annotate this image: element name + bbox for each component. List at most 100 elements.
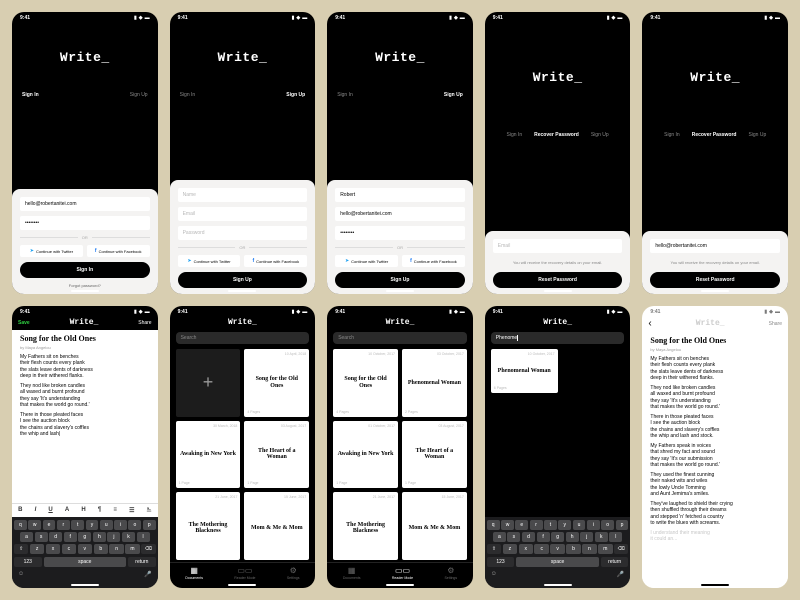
tab-recover[interactable]: Recover Password bbox=[692, 132, 737, 138]
key-q[interactable]: q bbox=[14, 520, 27, 530]
align-icon[interactable]: ≡ bbox=[113, 507, 117, 514]
key-s[interactable]: s bbox=[35, 532, 48, 542]
save-button[interactable]: Save bbox=[18, 320, 30, 326]
key-g[interactable]: g bbox=[551, 532, 564, 542]
reset-password-button[interactable]: Reset Password bbox=[493, 272, 623, 288]
emoji-icon[interactable]: ☺ bbox=[18, 571, 24, 578]
editor-body[interactable]: Song for the Old Ones by Maya Angelou My… bbox=[12, 330, 158, 503]
tab-signup[interactable]: Sign Up bbox=[130, 92, 148, 98]
key-x[interactable]: x bbox=[46, 544, 60, 554]
tab-signin[interactable]: Sign In bbox=[180, 92, 196, 98]
key-j[interactable]: j bbox=[107, 532, 120, 542]
password-field[interactable] bbox=[335, 226, 465, 240]
document-card[interactable]: 03 August, 2017The Heart of a Woman1 Pag… bbox=[244, 421, 309, 489]
tab-settings[interactable]: ⚙Settings bbox=[444, 566, 457, 580]
emoji-icon[interactable]: ☺ bbox=[491, 571, 497, 578]
document-card[interactable]: 10 October, 2017Song for the Old Ones4 P… bbox=[333, 349, 398, 417]
document-card[interactable]: 30 March, 2018Awaking in New York1 Page bbox=[176, 421, 241, 489]
tab-signup[interactable]: Sign Up bbox=[286, 92, 305, 98]
search-input[interactable]: Phenome bbox=[491, 332, 625, 344]
key-g[interactable]: g bbox=[78, 532, 91, 542]
tab-signin[interactable]: Sign In bbox=[22, 92, 39, 98]
key-b[interactable]: b bbox=[94, 544, 108, 554]
key-⇧[interactable]: ⇧ bbox=[14, 544, 28, 554]
key-x[interactable]: x bbox=[519, 544, 533, 554]
key-123[interactable]: 123 bbox=[487, 557, 515, 567]
facebook-button[interactable]: fContinue with Facebook bbox=[402, 255, 465, 267]
password-field[interactable] bbox=[178, 226, 308, 240]
document-card[interactable]: 10 October, 2017Phenomenal Woman6 Pages bbox=[491, 349, 558, 393]
key-p[interactable]: p bbox=[143, 520, 156, 530]
paragraph-icon[interactable]: ¶ bbox=[98, 507, 101, 514]
name-field[interactable] bbox=[178, 188, 308, 202]
search-input[interactable]: Search bbox=[176, 332, 310, 344]
key-k[interactable]: k bbox=[595, 532, 608, 542]
key-r[interactable]: r bbox=[530, 520, 543, 530]
twitter-button[interactable]: ➤Continue with Twitter bbox=[335, 255, 398, 267]
key-123[interactable]: 123 bbox=[14, 557, 42, 567]
document-card[interactable]: 21 June, 2017The Mothering Blackness bbox=[176, 492, 241, 560]
tab-signin[interactable]: Sign In bbox=[337, 92, 353, 98]
home-indicator[interactable] bbox=[701, 290, 729, 292]
key-i[interactable]: i bbox=[587, 520, 600, 530]
tab-documents[interactable]: ▦Documents bbox=[185, 566, 203, 580]
reset-password-button[interactable]: Reset Password bbox=[650, 272, 780, 288]
key-b[interactable]: b bbox=[566, 544, 580, 554]
tab-signup[interactable]: Sign Up bbox=[748, 132, 766, 138]
key-a[interactable]: a bbox=[20, 532, 33, 542]
key-u[interactable]: u bbox=[100, 520, 113, 530]
font-icon[interactable]: A bbox=[65, 507, 69, 514]
key-o[interactable]: o bbox=[128, 520, 141, 530]
key-u[interactable]: u bbox=[573, 520, 586, 530]
home-indicator[interactable] bbox=[71, 290, 99, 292]
key-space[interactable]: space bbox=[516, 557, 599, 567]
email-field[interactable] bbox=[650, 239, 780, 253]
key-a[interactable]: a bbox=[493, 532, 506, 542]
forgot-password-link[interactable]: Forgot password? bbox=[20, 283, 150, 288]
tab-reader[interactable]: ▭▭Reader Mode bbox=[392, 566, 413, 580]
key-s[interactable]: s bbox=[507, 532, 520, 542]
facebook-button[interactable]: fContinue with Facebook bbox=[244, 255, 307, 267]
document-card[interactable]: 10 April, 2018Song for the Old Ones4 Pag… bbox=[244, 349, 309, 417]
key-l[interactable]: l bbox=[609, 532, 622, 542]
key-e[interactable]: e bbox=[43, 520, 56, 530]
tab-documents[interactable]: ▦Documents bbox=[343, 566, 361, 580]
key-o[interactable]: o bbox=[601, 520, 614, 530]
document-card[interactable]: 03 October, 2017Phenomenal Woman2 Pages bbox=[402, 349, 467, 417]
document-card[interactable]: 15 June, 2017Mom & Me & Mom bbox=[402, 492, 467, 560]
key-n[interactable]: n bbox=[582, 544, 596, 554]
key-t[interactable]: t bbox=[71, 520, 84, 530]
underline-icon[interactable]: U bbox=[48, 507, 52, 514]
heading-icon[interactable]: H bbox=[81, 507, 85, 514]
key-k[interactable]: k bbox=[122, 532, 135, 542]
signin-button[interactable]: Sign In bbox=[20, 262, 150, 278]
search-input[interactable]: Search bbox=[333, 332, 467, 344]
share-button[interactable]: Share bbox=[769, 321, 782, 327]
key-p[interactable]: p bbox=[616, 520, 629, 530]
mic-icon[interactable]: 🎤 bbox=[144, 571, 151, 578]
key-t[interactable]: t bbox=[544, 520, 557, 530]
home-indicator[interactable] bbox=[386, 584, 414, 586]
tab-signup[interactable]: Sign Up bbox=[591, 132, 609, 138]
tab-settings[interactable]: ⚙Settings bbox=[287, 566, 300, 580]
signup-button[interactable]: Sign Up bbox=[178, 272, 308, 288]
reader-body[interactable]: Song for the Old Ones by Maya Angelou My… bbox=[642, 332, 788, 588]
facebook-button[interactable]: fContinue with Facebook bbox=[87, 245, 150, 257]
key-w[interactable]: w bbox=[501, 520, 514, 530]
key-v[interactable]: v bbox=[78, 544, 92, 554]
document-card[interactable]: 15 June, 2017Mom & Me & Mom bbox=[244, 492, 309, 560]
back-button[interactable]: ‹ bbox=[648, 318, 651, 329]
email-field[interactable] bbox=[335, 207, 465, 221]
key-f[interactable]: f bbox=[537, 532, 550, 542]
key-i[interactable]: i bbox=[114, 520, 127, 530]
key-space[interactable]: space bbox=[44, 557, 127, 567]
twitter-button[interactable]: ➤Continue with Twitter bbox=[20, 245, 83, 257]
key-h[interactable]: h bbox=[93, 532, 106, 542]
home-indicator[interactable] bbox=[228, 290, 256, 292]
email-field[interactable] bbox=[20, 197, 150, 211]
key-h[interactable]: h bbox=[566, 532, 579, 542]
share-button[interactable]: Share bbox=[138, 320, 151, 326]
new-document-button[interactable]: + bbox=[176, 349, 241, 417]
image-icon[interactable]: ⎁ bbox=[147, 507, 152, 514]
document-card[interactable]: 01 October, 2017Awaking in New York1 Pag… bbox=[333, 421, 398, 489]
